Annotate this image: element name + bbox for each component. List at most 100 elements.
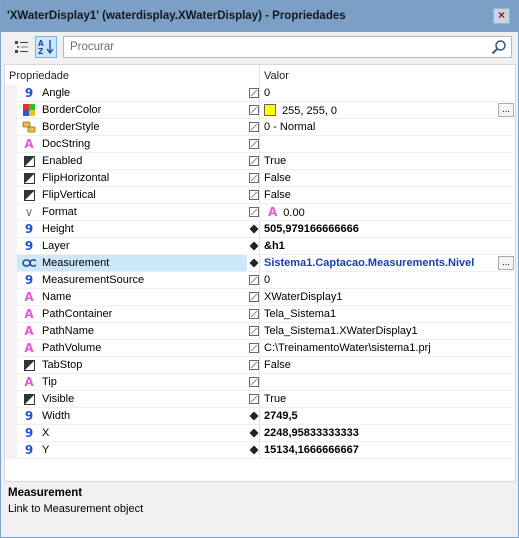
column-divider [259, 136, 260, 153]
property-value-text: True [264, 393, 287, 405]
alphabetical-view-button[interactable]: A Z [35, 36, 57, 58]
window-title: 'XWaterDisplay1' (waterdisplay.XWaterDis… [7, 10, 346, 22]
search-input[interactable] [68, 39, 478, 55]
property-value[interactable]: 0 [264, 87, 270, 99]
property-value[interactable]: 255, 255, 0 [264, 104, 337, 117]
property-row-layer[interactable]: 9 Layer &h1 [5, 238, 515, 255]
column-divider[interactable] [259, 65, 260, 85]
property-value-text: True [264, 155, 287, 167]
edit-box-icon[interactable] [249, 122, 259, 132]
bound-diamond-icon[interactable] [249, 224, 259, 234]
property-value[interactable]: 505,979166666666 [264, 223, 359, 235]
property-value[interactable]: True [264, 393, 286, 405]
edit-box-icon[interactable] [249, 309, 259, 319]
edit-box-icon[interactable] [249, 360, 259, 370]
bound-diamond-icon[interactable] [249, 428, 259, 438]
ellipsis-button[interactable]: ... [498, 103, 514, 117]
property-value[interactable]: True [264, 155, 286, 167]
property-row-borderstyle[interactable]: BorderStyle 0 - Normal [5, 119, 515, 136]
property-value[interactable]: 2248,95833333333 [264, 427, 359, 439]
categorized-view-button[interactable] [11, 36, 33, 58]
property-row-name[interactable]: A Name XWaterDisplay1 [5, 289, 515, 306]
property-row-height[interactable]: 9 Height 505,979166666666 [5, 221, 515, 238]
edit-box-icon[interactable] [249, 394, 259, 404]
bound-diamond-icon[interactable] [249, 258, 259, 268]
color-property-icon [22, 103, 36, 117]
edit-box-icon[interactable] [249, 139, 259, 149]
property-row-flipvertical[interactable]: FlipVertical False [5, 187, 515, 204]
property-value[interactable]: Tela_Sistema1 [264, 308, 336, 320]
property-row-enabled[interactable]: Enabled True [5, 153, 515, 170]
property-value[interactable]: Sistema1.Captacao.Measurements.Nivel [264, 257, 474, 269]
edit-box-icon[interactable] [249, 326, 259, 336]
property-row-format[interactable]: ∨ Format A 0.00 [5, 204, 515, 221]
property-value[interactable]: XWaterDisplay1 [264, 291, 342, 303]
property-row-fliphorizontal[interactable]: FlipHorizontal False [5, 170, 515, 187]
search-box[interactable] [63, 36, 512, 58]
edit-box-icon[interactable] [249, 156, 259, 166]
property-value[interactable]: 0 - Normal [264, 121, 315, 133]
property-value[interactable]: False [264, 172, 291, 184]
bound-diamond-icon[interactable] [249, 241, 259, 251]
property-name-cell[interactable] [17, 425, 247, 441]
property-value[interactable]: 15134,1666666667 [264, 444, 359, 456]
property-value[interactable]: False [264, 359, 291, 371]
edit-box-icon[interactable] [249, 275, 259, 285]
edit-box-icon[interactable] [249, 105, 259, 115]
property-value[interactable]: &h1 [264, 240, 285, 252]
svg-text:Z: Z [38, 47, 44, 56]
property-name-cell[interactable] [17, 442, 247, 458]
edit-box-icon[interactable] [249, 207, 259, 217]
property-value[interactable]: 2749,5 [264, 410, 298, 422]
column-divider [259, 170, 260, 187]
property-row-y[interactable]: 9 Y 15134,1666666667 [5, 442, 515, 459]
property-name: BorderStyle [42, 121, 100, 133]
property-value-text: False [264, 359, 291, 371]
row-gutter [5, 204, 17, 221]
title-bar[interactable]: 'XWaterDisplay1' (waterdisplay.XWaterDis… [1, 1, 518, 32]
property-value-text: 0.00 [283, 207, 305, 219]
property-row-x[interactable]: 9 X 2248,95833333333 [5, 425, 515, 442]
bound-diamond-icon[interactable] [249, 411, 259, 421]
property-row-tip[interactable]: A Tip [5, 374, 515, 391]
property-value-text: 0 [264, 87, 271, 99]
ellipsis-button[interactable]: ... [498, 256, 514, 270]
column-divider [259, 408, 260, 425]
property-row-pathname[interactable]: A PathName Tela_Sistema1.XWaterDisplay1 [5, 323, 515, 340]
column-divider [259, 306, 260, 323]
property-row-tabstop[interactable]: TabStop False [5, 357, 515, 374]
edit-box-icon[interactable] [249, 190, 259, 200]
property-row-measurement[interactable]: Measurement Sistema1.Captacao.Measurement… [5, 255, 515, 272]
search-icon[interactable] [491, 39, 507, 58]
row-gutter [5, 408, 17, 425]
property-row-bordercolor[interactable]: BorderColor 255, 255, 0... [5, 102, 515, 119]
text-property-icon: A [24, 290, 34, 304]
row-gutter [5, 255, 17, 272]
edit-box-icon[interactable] [249, 343, 259, 353]
property-row-pathcontainer[interactable]: A PathContainer Tela_Sistema1 [5, 306, 515, 323]
property-name: Measurement [42, 257, 110, 269]
property-value[interactable]: Tela_Sistema1.XWaterDisplay1 [264, 325, 418, 337]
column-divider [259, 425, 260, 442]
row-gutter [5, 272, 17, 289]
property-row-visible[interactable]: Visible True [5, 391, 515, 408]
property-value[interactable]: A 0.00 [264, 206, 305, 219]
close-button[interactable]: × [493, 8, 510, 24]
property-value[interactable]: 0 [264, 274, 270, 286]
row-gutter [5, 170, 17, 187]
bound-diamond-icon[interactable] [249, 445, 259, 455]
property-name: FlipHorizontal [42, 172, 110, 184]
property-row-angle[interactable]: 9 Angle 0 [5, 85, 515, 102]
edit-box-icon[interactable] [249, 173, 259, 183]
property-value[interactable]: C:\TreinamentoWater\sistema1.prj [264, 342, 431, 354]
property-value-text: 15134,1666666667 [264, 444, 359, 456]
property-value[interactable]: False [264, 189, 291, 201]
property-value-text: 505,979166666666 [264, 223, 359, 235]
property-row-docstring[interactable]: A DocString [5, 136, 515, 153]
edit-box-icon[interactable] [249, 292, 259, 302]
property-row-pathvolume[interactable]: A PathVolume C:\TreinamentoWater\sistema1.… [5, 340, 515, 357]
edit-box-icon[interactable] [249, 377, 259, 387]
edit-box-icon[interactable] [249, 88, 259, 98]
property-row-measurementsource[interactable]: 9 MeasurementSource 0 [5, 272, 515, 289]
property-row-width[interactable]: 9 Width 2749,5 [5, 408, 515, 425]
